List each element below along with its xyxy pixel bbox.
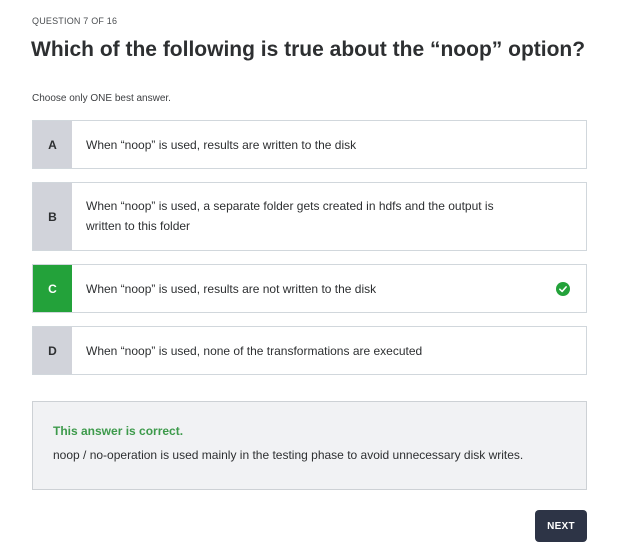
option-text: When “noop” is used, none of the transfo… bbox=[86, 343, 423, 358]
answer-option-a[interactable]: A When “noop” is used, results are writt… bbox=[32, 120, 587, 169]
next-button[interactable]: NEXT bbox=[535, 510, 587, 542]
check-circle-icon bbox=[556, 281, 570, 296]
option-letter: D bbox=[33, 327, 72, 374]
answer-option-d[interactable]: D When “noop” is used, none of the trans… bbox=[32, 326, 587, 375]
question-title: Which of the following is true about the… bbox=[31, 38, 586, 61]
option-text: When “noop” is used, a separate folder g… bbox=[86, 199, 494, 233]
option-text: When “noop” is used, results are not wri… bbox=[86, 281, 377, 296]
feedback-explanation: noop / no-operation is used mainly in th… bbox=[53, 448, 524, 462]
answer-option-c[interactable]: C When “noop” is used, results are not w… bbox=[32, 264, 587, 313]
option-letter: C bbox=[33, 265, 72, 312]
feedback-heading: This answer is correct. bbox=[53, 424, 184, 438]
question-counter: QUESTION 7 OF 16 bbox=[32, 16, 118, 26]
option-letter: B bbox=[33, 183, 72, 250]
answer-feedback-panel: This answer is correct. noop / no-operat… bbox=[32, 401, 587, 490]
answer-option-b[interactable]: B When “noop” is used, a separate folder… bbox=[32, 182, 587, 251]
option-text: When “noop” is used, results are written… bbox=[86, 137, 357, 152]
option-letter: A bbox=[33, 121, 72, 168]
question-instruction: Choose only ONE best answer. bbox=[32, 93, 171, 104]
